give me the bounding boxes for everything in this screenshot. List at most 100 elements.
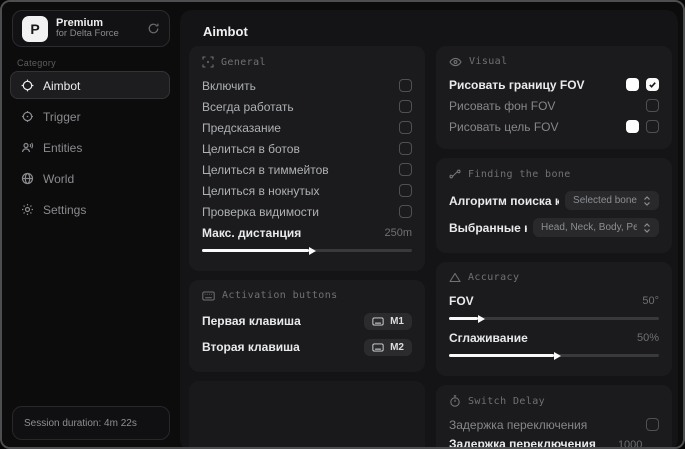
keybind-button-m1[interactable]: M1 <box>364 312 412 330</box>
setting-row: Целиться в тиммейтов <box>202 159 412 180</box>
general-panel: General Включить Всегда работать Предска… <box>189 46 425 271</box>
color-swatch[interactable] <box>626 120 639 133</box>
entities-icon <box>21 141 34 154</box>
setting-row: Рисовать границу FOV <box>449 74 659 95</box>
keyboard-icon <box>372 316 384 326</box>
setting-row: Целиться в ботов <box>202 138 412 159</box>
setting-row: Целиться в нокнутых <box>202 180 412 201</box>
sidebar: P Premium for Delta Force Category Aimbo… <box>2 2 178 447</box>
keybind-button-m2[interactable]: M2 <box>364 338 412 356</box>
selected-bones-dropdown[interactable]: Head, Neck, Body, Pe... <box>533 218 659 237</box>
setting-label: Алгоритм поиска кост <box>449 193 559 208</box>
checkbox[interactable] <box>646 418 659 431</box>
sidebar-item-settings[interactable]: Settings <box>10 195 170 223</box>
checkbox[interactable] <box>399 163 412 176</box>
checkbox[interactable] <box>646 99 659 112</box>
session-duration-label: Session duration: 4m 22s <box>24 417 137 429</box>
setting-label: FOV <box>449 293 474 308</box>
setting-row: Всегда работать <box>202 96 412 117</box>
slider-row: Задержка переключения (мс) 1000 ms <box>449 437 659 449</box>
max-distance-row: Макс. дистанция 250m <box>202 222 412 243</box>
setting-label: Рисовать цель FOV <box>449 119 559 134</box>
checkbox[interactable] <box>646 120 659 133</box>
checkbox[interactable] <box>399 121 412 134</box>
checkbox[interactable] <box>646 78 659 91</box>
eye-icon <box>449 57 462 67</box>
unfold-icon <box>643 222 651 233</box>
right-column: Visual Рисовать границу FOV Рисовать фон… <box>436 46 672 449</box>
switch-delay-panel: Switch Delay Задержка переключения Задер… <box>436 385 672 449</box>
setting-row: Рисовать цель FOV <box>449 116 659 137</box>
smoothing-slider[interactable] <box>449 351 659 360</box>
slider-fill <box>449 354 554 357</box>
setting-label: Целиться в тиммейтов <box>202 162 329 177</box>
session-duration: Session duration: 4m 22s <box>12 406 170 440</box>
stopwatch-icon <box>449 395 461 407</box>
dropdown-value: Selected bone <box>573 195 637 206</box>
unfold-icon <box>643 195 651 206</box>
slider-fill <box>202 249 310 252</box>
page-title: Aimbot <box>203 24 248 39</box>
crosshair-icon <box>21 79 34 92</box>
setting-label: Выбранные кос <box>449 220 527 235</box>
keybind-value: M2 <box>390 341 404 353</box>
triangle-icon <box>449 272 461 283</box>
brand-subtitle: for Delta Force <box>56 28 119 40</box>
max-distance-slider[interactable] <box>202 246 412 255</box>
fov-value: 50° <box>642 294 659 307</box>
accuracy-panel: Accuracy FOV 50° Сглаживание 50% <box>436 262 672 376</box>
setting-label: Всегда работать <box>202 99 294 114</box>
refresh-icon[interactable] <box>147 22 160 35</box>
slider-row: Сглаживание 50% <box>449 327 659 348</box>
setting-label: Целиться в нокнутых <box>202 183 320 198</box>
slider-fill <box>449 317 479 320</box>
dropdown-value: Head, Neck, Body, Pe... <box>541 222 637 233</box>
checkbox[interactable] <box>399 184 412 197</box>
setting-label: Рисовать границу FOV <box>449 77 585 92</box>
switch-delay-value: 1000 ms <box>617 439 643 449</box>
brand-logo: P <box>22 15 48 42</box>
setting-label: Предсказание <box>202 120 281 135</box>
panel-header-label: Finding the bone <box>468 168 571 180</box>
sidebar-item-world[interactable]: World <box>10 164 170 192</box>
checkbox[interactable] <box>399 79 412 92</box>
checkbox[interactable] <box>399 205 412 218</box>
sidebar-item-entities[interactable]: Entities <box>10 133 170 161</box>
keyboard-icon <box>372 342 384 352</box>
checkbox[interactable] <box>399 142 412 155</box>
app-window: P Premium for Delta Force Category Aimbo… <box>0 0 685 449</box>
sidebar-item-aimbot[interactable]: Aimbot <box>10 71 170 99</box>
setting-label: Сглаживание <box>449 330 528 345</box>
checkbox[interactable] <box>399 100 412 113</box>
left-column: General Включить Всегда работать Предска… <box>189 46 425 447</box>
empty-panel <box>189 381 425 447</box>
sidebar-item-label: Entities <box>43 140 83 155</box>
category-label: Category <box>17 58 56 68</box>
smoothing-value: 50% <box>636 331 659 344</box>
dropdown-row: Алгоритм поиска кост Selected bone <box>449 187 659 214</box>
color-swatch[interactable] <box>626 78 639 91</box>
panel-header-label: Switch Delay <box>468 395 546 407</box>
setting-row: Задержка переключения <box>449 414 659 435</box>
sidebar-item-trigger[interactable]: Trigger <box>10 102 170 130</box>
setting-label: Проверка видимости <box>202 204 319 219</box>
setting-row: Проверка видимости <box>202 201 412 222</box>
dropdown-row: Выбранные кос Head, Neck, Body, Pe... <box>449 214 659 241</box>
panel-header-label: Activation buttons <box>222 290 338 301</box>
bone-algorithm-dropdown[interactable]: Selected bone <box>565 191 659 210</box>
gear-icon <box>21 203 34 216</box>
scan-icon <box>202 56 214 68</box>
brand-card: P Premium for Delta Force <box>12 10 170 47</box>
setting-label: Задержка переключения (мс) <box>449 437 596 449</box>
panel-header-label: Visual <box>469 56 508 67</box>
setting-label: Макс. дистанция <box>202 225 302 240</box>
fov-slider[interactable] <box>449 314 659 323</box>
sidebar-item-label: Trigger <box>43 109 81 124</box>
bone-panel: Finding the bone Алгоритм поиска кост Se… <box>436 158 672 253</box>
setting-row: Рисовать фон FOV <box>449 95 659 116</box>
setting-label: Первая клавиша <box>202 314 301 328</box>
keyboard-icon <box>202 291 215 301</box>
setting-label: Задержка переключения <box>449 417 588 432</box>
keybind-row: Вторая клавиша M2 <box>202 334 412 360</box>
sidebar-menu: Aimbot Trigger Entities World Settings <box>10 71 170 223</box>
